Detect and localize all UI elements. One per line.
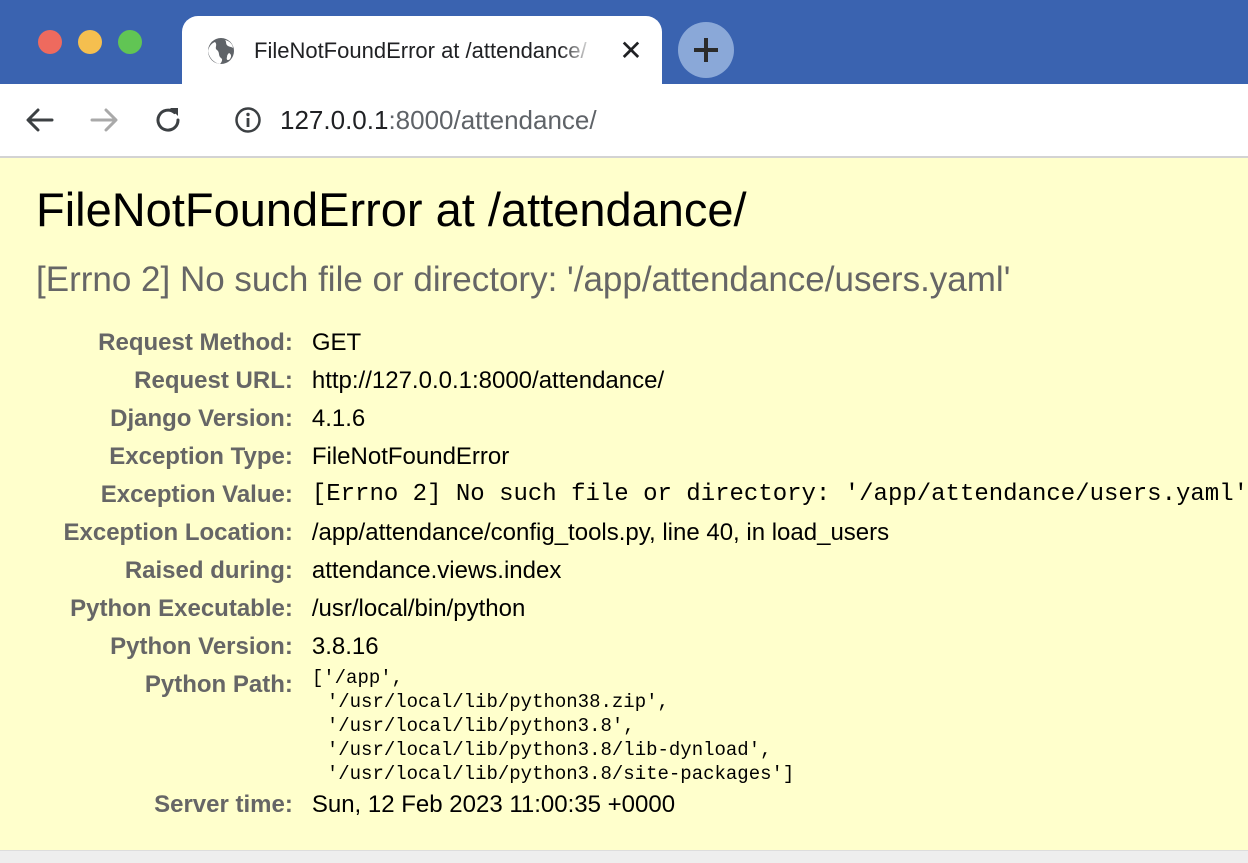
new-tab-button[interactable] <box>678 22 734 78</box>
forward-button[interactable] <box>86 102 122 138</box>
summary-label: Request URL: <box>134 367 293 394</box>
summary-label: Django Version: <box>110 405 293 432</box>
summary-value: [Errno 2] No such file or directory: '/a… <box>311 481 1248 508</box>
summary-value: GET <box>311 329 362 356</box>
page-bottom-edge <box>0 850 1248 863</box>
python-path-entry: '/usr/local/lib/python3.8/site-packages'… <box>326 763 795 785</box>
summary-value: /usr/local/bin/python <box>311 595 526 622</box>
summary-label: Exception Type: <box>109 443 293 470</box>
plus-icon <box>694 38 718 62</box>
info-icon[interactable] <box>234 106 262 134</box>
summary-value: /app/attendance/config_tools.py, line 40… <box>311 519 890 546</box>
close-tab-icon[interactable]: ✕ <box>616 36 646 66</box>
summary-value: 4.1.6 <box>311 405 366 432</box>
globe-icon <box>206 36 236 66</box>
url-host: 127.0.0.1 <box>280 105 389 135</box>
request-summary-table: Request Method: GET Request URL: http://127… <box>0 324 1248 824</box>
error-page: FileNotFoundError at /attendance/ [Errno… <box>0 158 1248 850</box>
python-path-list: ['/app', '/usr/local/lib/python38.zip', '/… <box>312 666 1248 786</box>
summary-row: Python Path: ['/app', '/usr/local/lib/pyth… <box>0 666 1248 786</box>
summary-row: Exception Location: /app/attendance/confi… <box>0 514 1248 552</box>
summary-row: Request Method: GET <box>0 324 1248 362</box>
summary-label: Exception Value: <box>100 481 293 508</box>
summary-label: Python Version: <box>110 633 293 660</box>
arrow-left-icon <box>26 108 54 132</box>
summary-value: FileNotFoundError <box>311 443 510 470</box>
summary-row: Exception Value: [Errno 2] No such file o… <box>0 476 1248 514</box>
summary-value: http://127.0.0.1:8000/attendance/ <box>311 367 665 394</box>
address-bar[interactable]: 127.0.0.1:8000/attendance/ <box>214 92 1234 148</box>
summary-label: Python Executable: <box>70 595 293 622</box>
browser-tab-strip: FileNotFoundError at /attendance/ ✕ <box>0 0 1248 84</box>
summary-value: Sun, 12 Feb 2023 11:00:35 +0000 <box>311 791 676 818</box>
summary-row: Exception Type: FileNotFoundError <box>0 438 1248 476</box>
summary-row: Raised during: attendance.views.index <box>0 552 1248 590</box>
browser-tab-active[interactable]: FileNotFoundError at /attendance/ ✕ <box>182 16 662 84</box>
tab-title: FileNotFoundError at /attendance/ <box>254 38 587 63</box>
back-button[interactable] <box>22 102 58 138</box>
close-window-button[interactable] <box>38 30 62 54</box>
python-path-entry: ['/app', <box>311 667 404 689</box>
summary-row: Python Version: 3.8.16 <box>0 628 1248 666</box>
reload-icon <box>156 108 180 132</box>
summary-label: Server time: <box>154 791 293 818</box>
summary-value: attendance.views.index <box>311 557 562 584</box>
arrow-right-icon <box>90 108 118 132</box>
page-title: FileNotFoundError at /attendance/ <box>36 183 747 236</box>
summary-row: Request URL: http://127.0.0.1:8000/attend… <box>0 362 1248 400</box>
reload-button[interactable] <box>150 102 186 138</box>
exception-message: [Errno 2] No such file or directory: '/a… <box>36 260 1011 299</box>
summary-row: Django Version: 4.1.6 <box>0 400 1248 438</box>
url-path: :8000/attendance/ <box>388 105 597 135</box>
summary-label: Python Path: <box>144 671 293 698</box>
python-path-entry: '/usr/local/lib/python3.8/lib-dynload', <box>326 739 772 761</box>
summary-row: Server time: Sun, 12 Feb 2023 11:00:35 +0… <box>0 786 1248 824</box>
summary-label: Exception Location: <box>63 519 293 546</box>
python-path-entry: '/usr/local/lib/python38.zip', <box>326 691 669 713</box>
minimize-window-button[interactable] <box>78 30 102 54</box>
summary-row: Python Executable: /usr/local/bin/python <box>0 590 1248 628</box>
summary-value: 3.8.16 <box>311 633 379 660</box>
url-text[interactable]: 127.0.0.1:8000/attendance/ <box>280 104 597 136</box>
summary-label: Request Method: <box>98 329 293 356</box>
summary-label: Raised during: <box>124 557 293 584</box>
maximize-window-button[interactable] <box>118 30 142 54</box>
browser-toolbar: 127.0.0.1:8000/attendance/ <box>0 84 1248 158</box>
python-path-entry: '/usr/local/lib/python3.8', <box>326 715 635 737</box>
